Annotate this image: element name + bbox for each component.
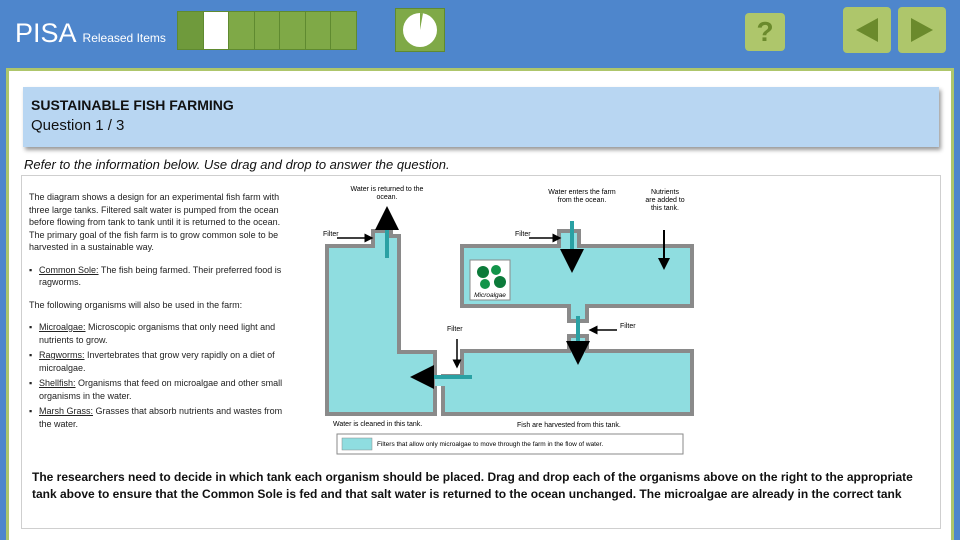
label-nutrients-3: this tank.	[651, 205, 679, 212]
stimulus-panel: The diagram shows a design for an experi…	[21, 175, 941, 529]
fish-farm-diagram: Water is returned to the ocean. Water en…	[323, 186, 694, 455]
question-header: SUSTAINABLE FISH FARMING Question 1 / 3	[23, 87, 939, 147]
timer	[395, 8, 445, 52]
next-button[interactable]	[898, 7, 946, 53]
organism-list: ▪ Microalgae: Microscopic organisms that …	[29, 321, 287, 430]
label-enters-1: Water enters the farm	[548, 189, 616, 196]
microalgae-tile[interactable]: Microalgae	[469, 259, 511, 301]
brand-subtitle: Released Items	[82, 31, 166, 45]
stimulus-intro: The diagram shows a design for an experi…	[29, 192, 281, 252]
organisms-intro: The following organisms will also be use…	[29, 299, 243, 310]
filter-label: Filter	[323, 231, 339, 238]
organism-desc: Organisms that feed on microalgae and ot…	[39, 378, 283, 401]
filter-label: Filter	[447, 326, 463, 333]
progress-segment	[331, 12, 357, 49]
organism-term: Microalgae:	[39, 322, 86, 332]
label-nutrients-2: are added to	[645, 197, 684, 204]
organism-item: ▪ Ragworms: Invertebrates that grow very …	[29, 350, 275, 373]
question-number: Question 1 / 3	[31, 117, 125, 134]
organism-term: Shellfish:	[39, 378, 76, 388]
progress-segment-current	[203, 12, 230, 49]
help-label: ?	[756, 16, 774, 47]
sole-list: ▪ Common Sole: The fish being farmed. The…	[29, 264, 287, 289]
label-harvested: Fish are harvested from this tank.	[517, 422, 621, 429]
progress-segment	[254, 12, 281, 49]
progress-segment	[280, 12, 306, 49]
tank-left[interactable]	[325, 229, 437, 416]
filter-label: Filter	[515, 231, 531, 238]
help-button[interactable]: ?	[745, 13, 785, 51]
brand-title: PISA	[15, 18, 77, 48]
question-title: SUSTAINABLE FISH FARMING	[31, 97, 234, 113]
brand: PISA Released Items	[15, 18, 166, 49]
progress-segment	[305, 12, 332, 49]
content-panel: SUSTAINABLE FISH FARMING Question 1 / 3 …	[6, 68, 954, 540]
organism-term: Ragworms:	[39, 350, 85, 360]
organism-term: Marsh Grass:	[39, 406, 94, 416]
organism-item: ▪ Common Sole: The fish being farmed. The…	[29, 264, 282, 288]
microalgae-label: Microalgae	[474, 292, 506, 299]
organism-item: ▪ Microalgae: Microscopic organisms that …	[29, 322, 276, 345]
instruction-text: Refer to the information below. Use drag…	[24, 157, 450, 172]
label-nutrients-1: Nutrients	[651, 189, 680, 196]
progress-segment	[178, 12, 204, 49]
top-bar: PISA Released Items ?	[0, 0, 960, 66]
label-returned-2: ocean.	[376, 194, 397, 201]
legend: Filters that allow only microalgae to mo…	[336, 433, 684, 455]
previous-button[interactable]	[843, 7, 891, 53]
progress-bar	[177, 11, 357, 50]
arrow-right-icon	[911, 18, 933, 42]
tank-bottom-right[interactable]	[441, 334, 694, 416]
organism-item: ▪ Shellfish: Organisms that feed on micro…	[29, 378, 283, 401]
organism-term: Common Sole:	[39, 264, 99, 275]
organism-item: ▪ Marsh Grass: Grasses that absorb nutrie…	[29, 406, 283, 429]
label-returned-1: Water is returned to the	[351, 186, 424, 193]
arrow-left-icon	[856, 18, 878, 42]
filter-label: Filter	[620, 323, 636, 330]
label-cleaned: Water is cleaned in this tank.	[333, 421, 422, 428]
legend-text: Filters that allow only microalgae to mo…	[377, 441, 603, 448]
stimulus-text: The diagram shows a design for an experi…	[29, 191, 287, 440]
timer-icon	[403, 13, 437, 47]
task-text: The researchers need to decide in which …	[32, 470, 913, 501]
progress-segment	[229, 12, 255, 49]
label-enters-2: from the ocean.	[558, 197, 607, 204]
